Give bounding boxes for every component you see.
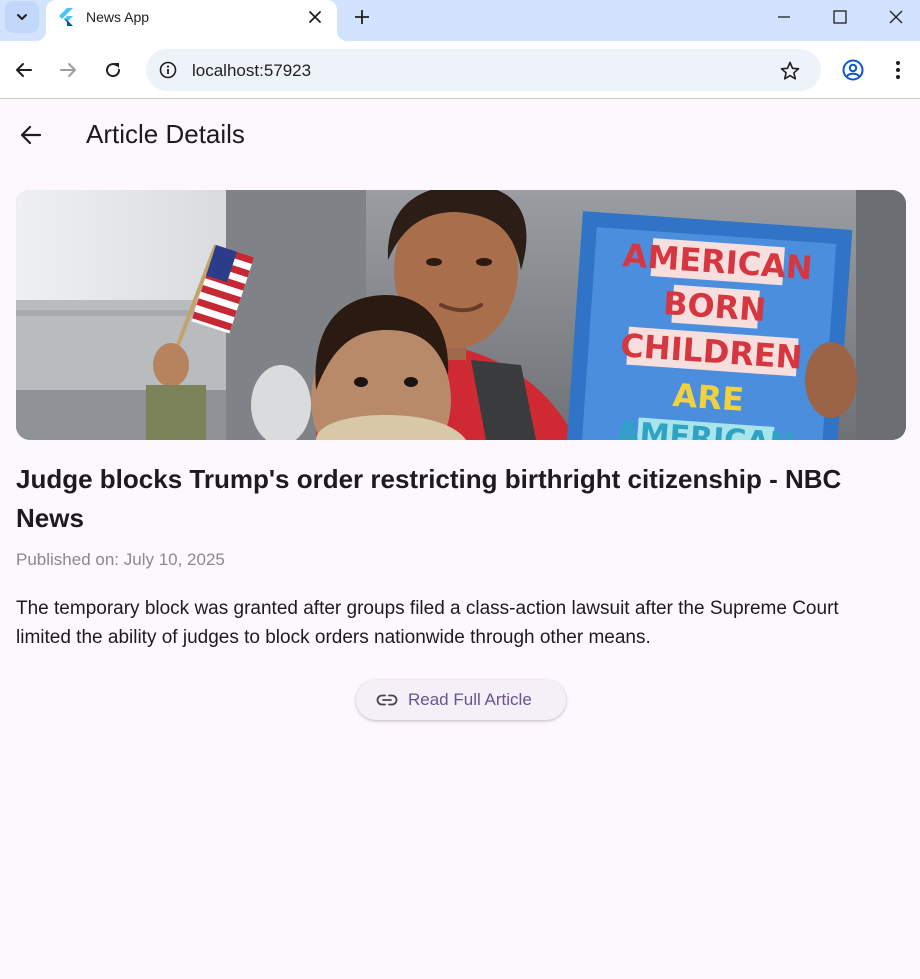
profile-button[interactable] (837, 54, 869, 86)
plus-icon (355, 10, 369, 24)
url-text: localhost:57923 (192, 61, 312, 80)
published-date: Published on: July 10, 2025 (16, 550, 225, 569)
site-info-button[interactable] (156, 58, 180, 82)
browser-tab[interactable]: News App (36, 0, 347, 41)
kebab-menu-icon (896, 61, 900, 79)
arrow-left-icon (20, 125, 42, 145)
minimize-icon (778, 16, 790, 18)
close-icon (889, 10, 903, 24)
reload-button[interactable] (97, 54, 129, 86)
article-description: The temporary block was granted after gr… (16, 598, 839, 648)
close-icon (309, 11, 321, 23)
star-icon (780, 61, 800, 80)
tab-title: News App (86, 9, 150, 25)
maximize-icon (833, 10, 847, 24)
arrow-right-icon (60, 63, 76, 77)
reload-icon (106, 63, 121, 78)
arrow-left-icon (16, 63, 32, 77)
browser-tabstrip: News App (0, 0, 920, 41)
address-bar[interactable]: localhost:57923 (146, 49, 821, 91)
browser-forward-button[interactable] (52, 54, 84, 86)
page-title: Article Details (86, 119, 245, 149)
flutter-icon (59, 8, 73, 26)
bookmark-button[interactable] (777, 58, 803, 84)
app-bar: Article Details (0, 100, 920, 170)
maximize-button[interactable] (812, 0, 868, 34)
sign-line-2: BORN (662, 284, 767, 329)
article-headline: Judge blocks Trump's order restricting b… (16, 464, 842, 533)
back-button[interactable] (14, 118, 48, 152)
minimize-button[interactable] (756, 0, 812, 34)
tab-close-button[interactable] (304, 6, 326, 28)
browser-back-button[interactable] (8, 54, 40, 86)
close-window-button[interactable] (868, 0, 920, 34)
new-tab-button[interactable] (349, 4, 375, 30)
article-image: AMERICAN BORN CHILDREN ARE AMERICAN (16, 190, 906, 440)
link-icon (376, 690, 398, 710)
chevron-down-icon (17, 14, 27, 20)
tab-search-button[interactable] (5, 1, 39, 33)
profile-icon (842, 59, 864, 81)
info-icon (159, 61, 177, 79)
browser-toolbar: localhost:57923 (0, 41, 920, 99)
read-full-article-button[interactable]: Read Full Article (356, 680, 566, 720)
sign-line-4: ARE (671, 376, 745, 419)
browser-menu-button[interactable] (882, 54, 914, 86)
read-full-article-label: Read Full Article (408, 690, 532, 709)
